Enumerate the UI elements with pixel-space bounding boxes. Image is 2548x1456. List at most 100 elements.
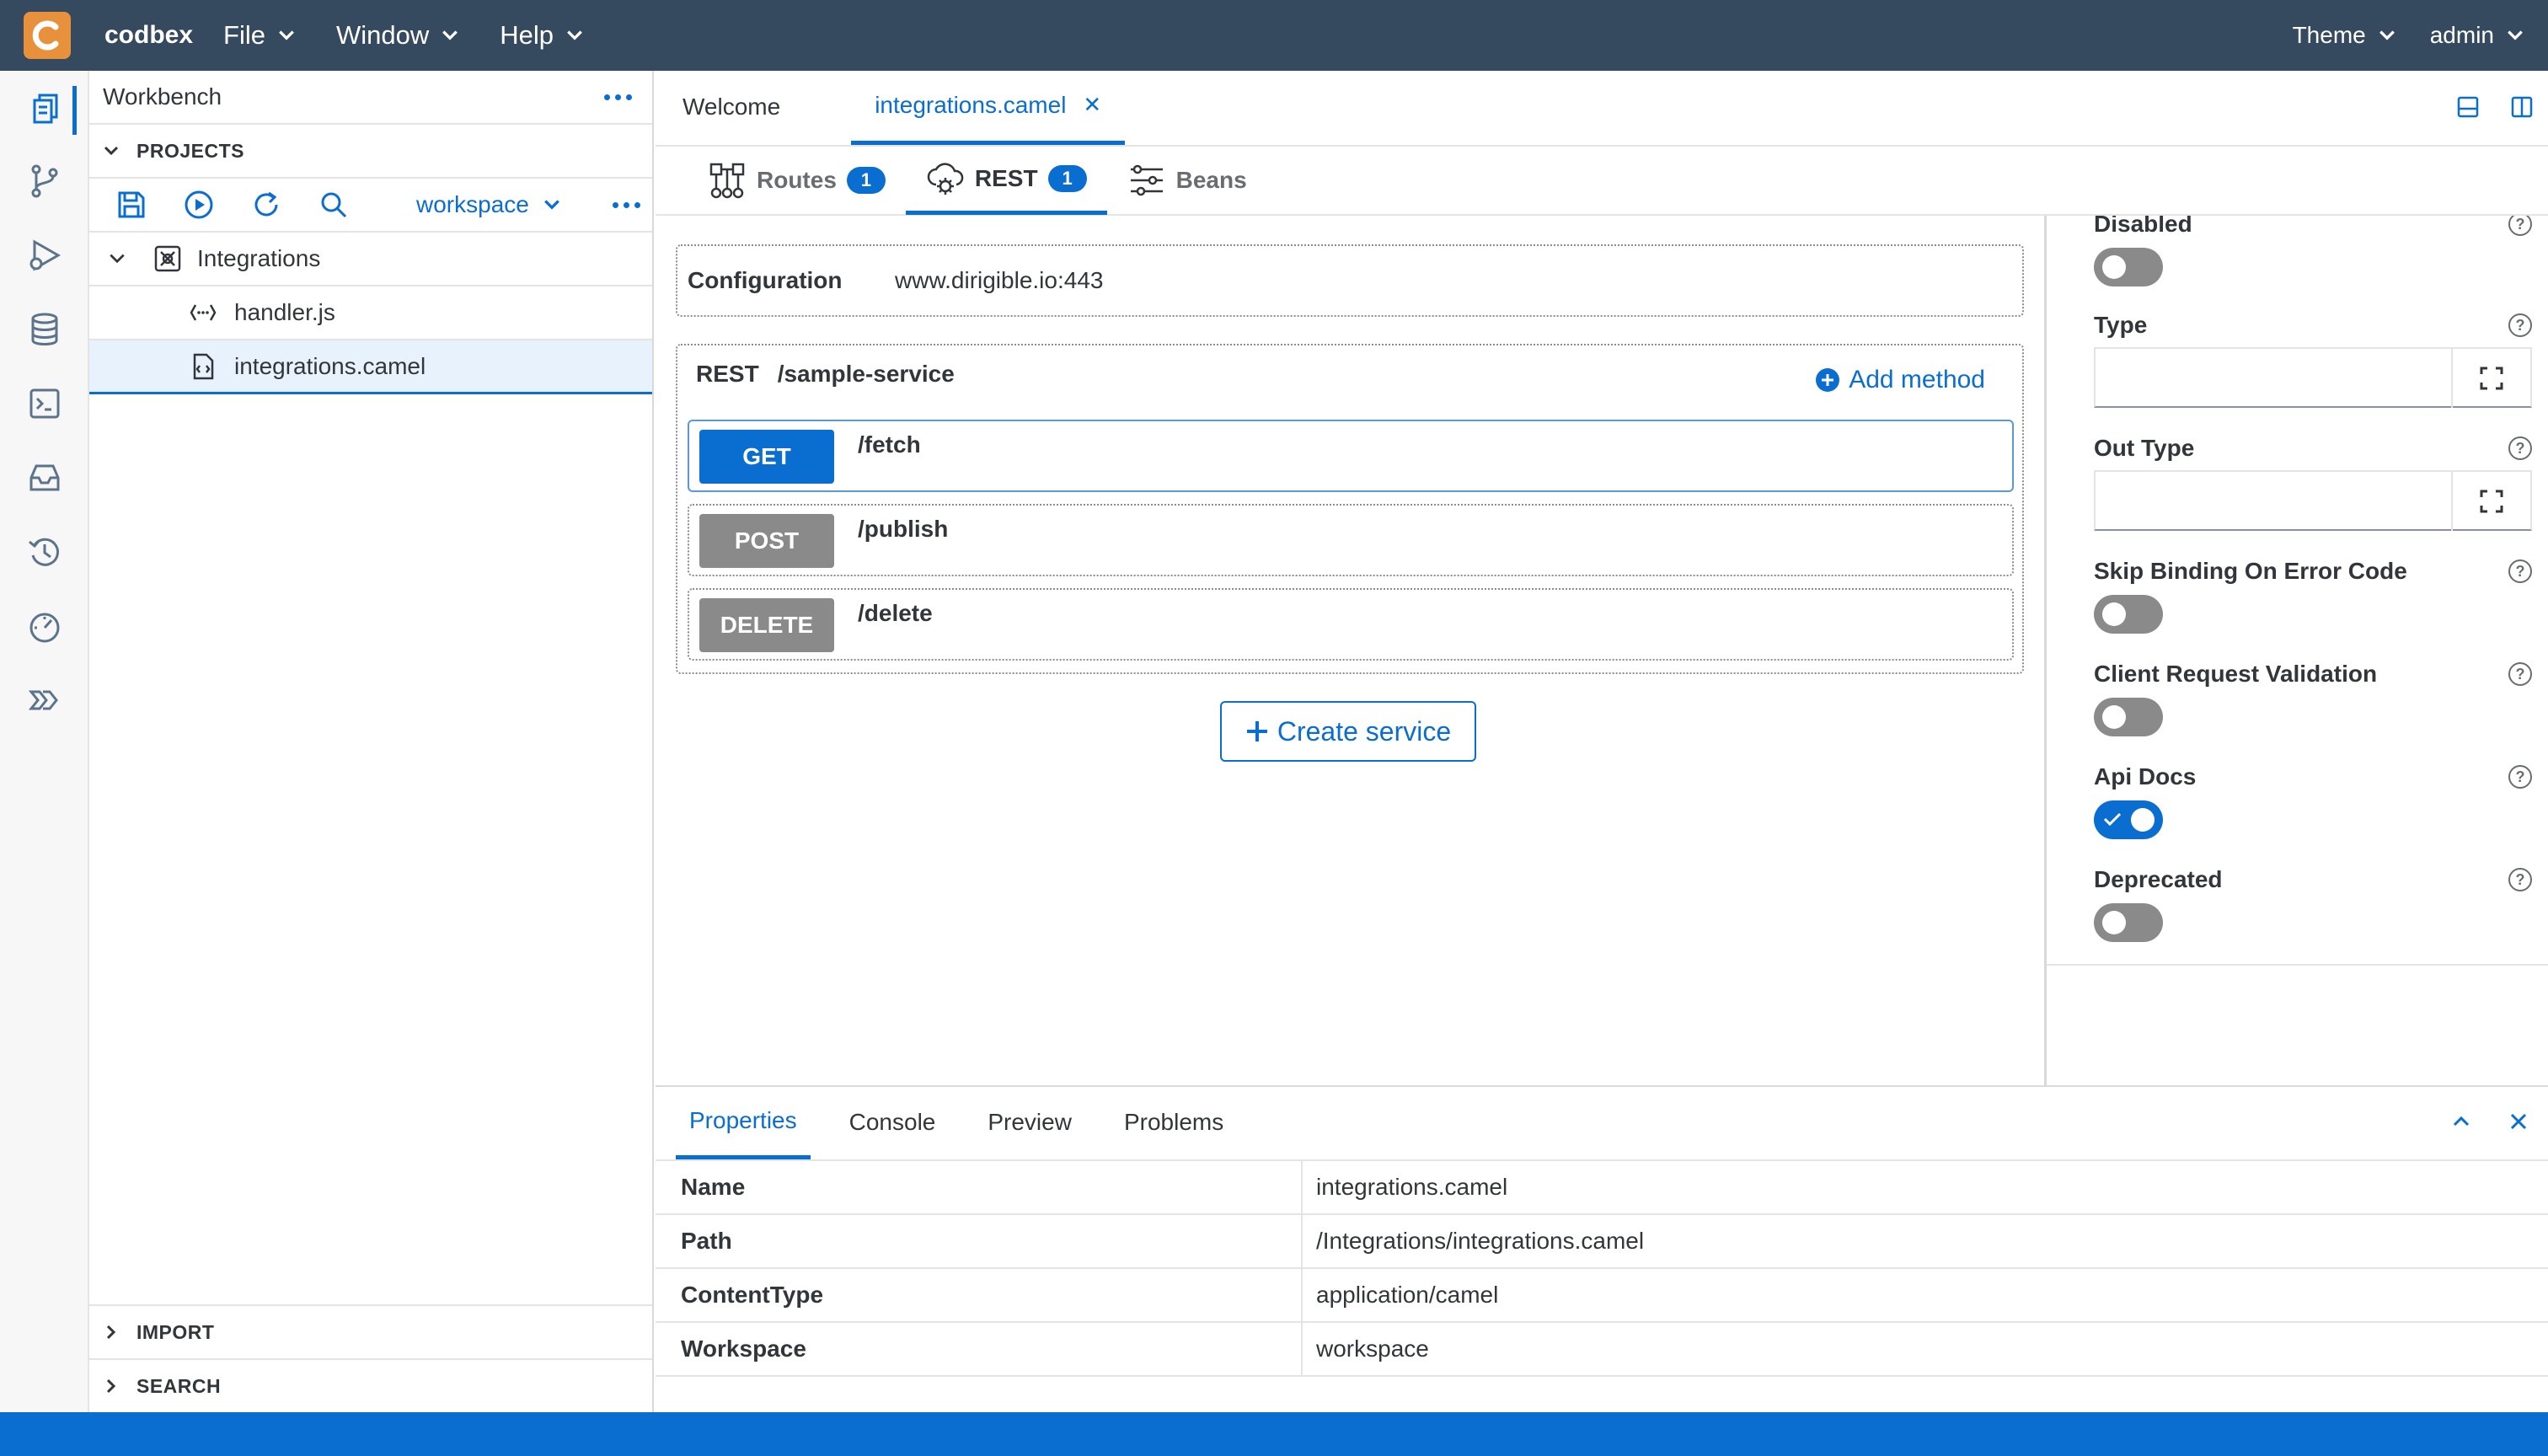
refresh-icon[interactable] [248,186,285,223]
split-vertical-icon[interactable] [2509,94,2535,120]
method-row-post[interactable]: POST /publish [688,504,2014,576]
chevron-down-icon [2379,30,2395,40]
help-icon[interactable]: ? [2508,662,2532,686]
chevron-down-icon [279,30,294,40]
active-view-indicator [72,86,77,135]
prop-label: Client Request Validation [2094,661,2378,687]
table-row: ContentType application/camel [656,1269,2548,1323]
help-icon[interactable]: ? [2508,559,2532,583]
search-section-header[interactable]: SEARCH [89,1358,652,1412]
method-row-get[interactable]: GET /fetch [688,420,2014,492]
tab-integrations-camel[interactable]: integrations.camel ✕ [851,69,1126,145]
chevrons-right-icon[interactable] [25,681,64,720]
expand-icon[interactable] [2451,472,2530,531]
help-icon[interactable]: ? [2508,868,2532,891]
tab-properties[interactable]: Properties [676,1085,811,1159]
workbench-more-icon[interactable] [604,94,632,100]
tab-problems[interactable]: Problems [1111,1085,1237,1159]
split-horizontal-icon[interactable] [2455,94,2481,120]
activity-bar [0,71,89,1412]
type-input[interactable] [2094,347,2532,408]
subtab-beans[interactable]: Beans [1107,146,1267,215]
project-icon [154,245,181,272]
property-key: Name [656,1161,1303,1213]
tree-item-handler-js[interactable]: handler.js [89,286,652,340]
prop-label: Type [2094,312,2148,338]
skip-binding-toggle[interactable] [2094,595,2163,634]
prop-deprecated: Deprecated ? [2094,866,2532,942]
menu-file-label: File [223,20,265,50]
tree-item-integrations-camel[interactable]: integrations.camel [89,340,652,394]
terminal-icon[interactable] [25,384,64,423]
plus-icon [1246,721,1267,741]
menu-window-label: Window [335,20,430,50]
expand-icon[interactable] [2451,349,2530,408]
save-icon[interactable] [113,186,150,223]
create-service-button[interactable]: Create service [1220,701,1476,762]
tab-console[interactable]: Console [836,1085,950,1159]
chevron-up-icon[interactable] [2450,1111,2472,1132]
menu-window[interactable]: Window [336,20,459,51]
rest-service-box[interactable]: REST /sample-service Add method GET /fet… [676,344,2024,674]
chevron-down-icon [2508,30,2523,40]
api-docs-toggle[interactable] [2094,800,2163,839]
subtab-rest[interactable]: REST 1 [905,146,1107,215]
close-icon[interactable] [2508,1111,2529,1132]
chevron-down-icon [442,30,458,40]
workbench-header: Workbench [89,71,652,125]
projects-more-icon[interactable] [613,201,640,208]
history-icon[interactable] [25,533,64,571]
git-branch-icon[interactable] [25,162,64,201]
designer-subtabs: Routes 1 REST 1 Beans [656,147,2548,216]
cloud-gear-icon [927,162,964,195]
prop-skip-binding: Skip Binding On Error Code ? [2094,558,2532,634]
run-icon[interactable] [180,186,217,223]
help-icon[interactable]: ? [2508,436,2532,460]
deprecated-toggle[interactable] [2094,903,2163,942]
tab-welcome[interactable]: Welcome [659,69,804,145]
rest-count-badge: 1 [1047,164,1087,192]
method-row-delete[interactable]: DELETE /delete [688,588,2014,661]
out-type-input[interactable] [2094,470,2532,531]
import-section-header[interactable]: IMPORT [89,1304,652,1358]
workspace-select[interactable]: workspace [416,191,561,218]
user-menu[interactable]: admin [2430,22,2524,49]
inbox-icon[interactable] [25,458,64,497]
disabled-toggle[interactable] [2094,248,2163,286]
method-properties-panel: Disabled ? Type ? Out Type ? Skip Bindin… [2044,216,2548,1085]
bottom-tabs: Properties Console Preview Problems [656,1087,2548,1161]
configuration-box[interactable]: Configuration www.dirigible.io:443 [676,244,2024,317]
subtab-routes[interactable]: Routes 1 [688,146,906,215]
explorer-icon[interactable] [25,89,64,128]
close-icon[interactable]: ✕ [1083,92,1101,118]
prop-label: Api Docs [2094,763,2197,790]
debug-icon[interactable] [25,236,64,275]
menu-help[interactable]: Help [500,20,584,51]
projects-section-header[interactable]: PROJECTS [89,125,652,179]
search-label: SEARCH [136,1374,222,1397]
prop-label: Skip Binding On Error Code [2094,558,2407,584]
help-icon[interactable]: ? [2508,313,2532,337]
tab-preview[interactable]: Preview [974,1085,1085,1159]
property-value: /Integrations/integrations.camel [1316,1228,1645,1254]
search-icon[interactable] [315,186,352,223]
method-path: /fetch [858,431,921,458]
method-path: /publish [858,516,949,542]
codbex-logo[interactable] [24,12,71,59]
client-request-validation-toggle[interactable] [2094,698,2163,736]
add-method-button[interactable]: Add method [1815,366,1985,394]
theme-menu[interactable]: Theme [2293,22,2396,49]
method-verb[interactable]: GET [699,430,834,484]
prop-client-request-validation: Client Request Validation ? [2094,661,2532,736]
dashboard-gauge-icon[interactable] [25,607,64,645]
check-icon [2103,812,2122,827]
menu-file[interactable]: File [223,20,296,51]
method-verb[interactable]: POST [699,514,834,568]
table-row: Name integrations.camel [656,1161,2548,1215]
configuration-value: www.dirigible.io:443 [895,267,1104,293]
help-icon[interactable]: ? [2508,765,2532,789]
tab-label: Welcome [682,94,781,120]
method-verb[interactable]: DELETE [699,598,834,652]
tree-item-integrations[interactable]: Integrations [89,233,652,286]
database-icon[interactable] [25,310,64,349]
